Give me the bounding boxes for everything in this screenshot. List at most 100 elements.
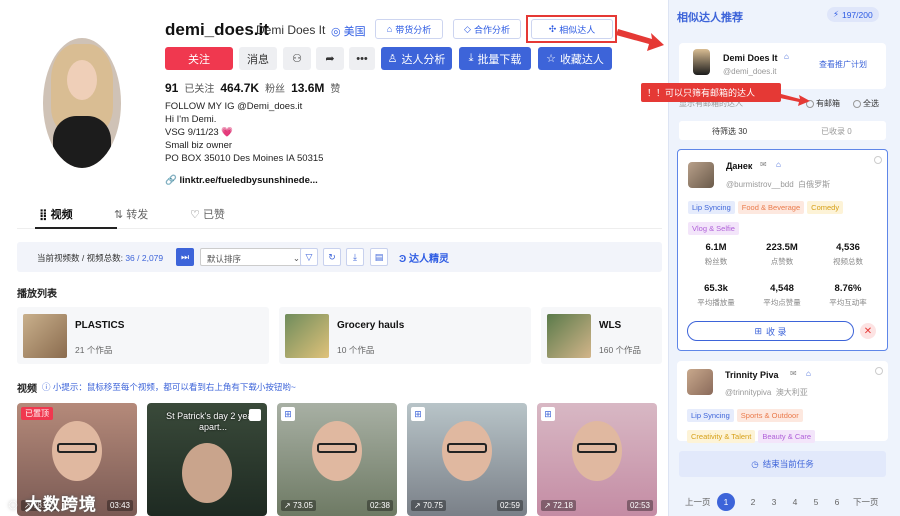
filter-icon[interactable]: ▽ bbox=[300, 248, 318, 266]
next-page-button[interactable]: 下一页 bbox=[853, 493, 879, 511]
video-overlay-text: St Patrick's day 2 years apart... bbox=[166, 411, 260, 432]
has-email-label: 有邮箱 bbox=[816, 99, 840, 108]
tab-reposts[interactable]: ⇅ 转发 bbox=[114, 206, 148, 222]
tag-chip: Vlog & Selfie bbox=[688, 222, 739, 235]
influencer-tags: Lip Syncing Food & Beverage Comedy Vlog & S… bbox=[688, 197, 878, 239]
influencer-country: 澳大利亚 bbox=[775, 388, 808, 397]
document-icon[interactable]: ▤ bbox=[370, 248, 388, 266]
video-count-value: 36 / 2,079 bbox=[125, 253, 164, 263]
select-checkbox[interactable] bbox=[874, 156, 882, 164]
page-button[interactable]: 5 bbox=[807, 493, 825, 511]
favorite-influencer-button[interactable]: ☆ 收藏达人 bbox=[538, 47, 612, 70]
tab-liked-label: 已赞 bbox=[202, 209, 225, 221]
playlist-thumbnail bbox=[23, 314, 67, 358]
stop-icon: ◷ bbox=[751, 458, 759, 469]
country-text: 美国 bbox=[343, 26, 366, 38]
video-thumbnail[interactable]: ⊞ ↗ 70.75 02:59 bbox=[407, 403, 527, 516]
cooperation-analysis-label: 合作分析 bbox=[473, 24, 510, 35]
favorite-influencer-label: 收藏达人 bbox=[559, 53, 604, 66]
content-tabs: ⣿ 视频 ⇅ 转发 ♡ 已赞 bbox=[17, 200, 662, 229]
video-duration: 02:38 bbox=[366, 500, 393, 511]
add-friend-button[interactable]: ⚇ bbox=[283, 47, 311, 70]
tag-chip: Food & Beverage bbox=[737, 201, 805, 214]
tab-liked[interactable]: ♡ 已赞 bbox=[190, 206, 225, 222]
plus-box-icon: ⊞ bbox=[754, 325, 763, 336]
video-duration: 03:43 bbox=[106, 500, 133, 511]
trend-icon: ↗ bbox=[414, 501, 421, 510]
video-thumbnail[interactable]: ⊞ ↗ 72.18 02:53 bbox=[537, 403, 657, 516]
follow-button[interactable]: 关注 bbox=[165, 47, 233, 70]
influencer-analysis-button[interactable]: ♙ 达人分析 bbox=[381, 47, 452, 70]
shop-icon: ⌂ bbox=[784, 52, 789, 61]
video-views-value: 72.18 bbox=[552, 501, 573, 510]
tab-videos-label: 视频 bbox=[50, 209, 73, 221]
email-icon: ✉ bbox=[760, 160, 767, 169]
metric-label: 视频总数 bbox=[833, 257, 863, 266]
current-influencer-name: Demi Does It bbox=[723, 53, 778, 63]
repost-icon: ⇅ bbox=[114, 209, 124, 221]
sprite-logo-text: 达人精灵 bbox=[409, 254, 450, 265]
video-thumbnail[interactable]: St Patrick's day 2 years apart... bbox=[147, 403, 267, 516]
page-button[interactable]: 6 bbox=[828, 493, 846, 511]
more-button[interactable]: ••• bbox=[349, 47, 375, 70]
followers-count: 464.7K bbox=[220, 81, 260, 95]
download-icon[interactable]: ⤓ bbox=[346, 248, 364, 266]
profile-link[interactable]: 🔗 linktr.ee/fueledbysunshinede... bbox=[165, 175, 318, 186]
bag-icon: ⊞ bbox=[411, 407, 425, 421]
video-views: ↗ 73.05 bbox=[281, 500, 316, 511]
cooperation-analysis-button[interactable]: ◇ 合作分析 bbox=[453, 19, 521, 39]
message-button[interactable]: 消息 bbox=[239, 47, 277, 70]
view-promo-plan-link[interactable]: 查看推广计划 bbox=[819, 59, 889, 73]
influencer-handle: @burmistrov__bdd bbox=[726, 180, 794, 189]
add-user-icon: ⚇ bbox=[292, 53, 302, 65]
playlist-card[interactable]: WLS 160 个作品 bbox=[541, 307, 662, 364]
chevron-down-icon: ⌄ bbox=[292, 253, 300, 263]
metric-value: 223.5M bbox=[766, 242, 798, 253]
video-thumbnail[interactable]: ⊞ ↗ 73.05 02:38 bbox=[277, 403, 397, 516]
share-button[interactable]: ➦ bbox=[316, 47, 344, 70]
sales-analysis-button[interactable]: ⌂ 带货分析 bbox=[375, 19, 443, 39]
playlist-card[interactable]: PLASTICS 21 个作品 bbox=[17, 307, 269, 364]
playlist-card[interactable]: Grocery hauls 10 个作品 bbox=[279, 307, 531, 364]
select-checkbox[interactable] bbox=[875, 367, 883, 375]
dismiss-button[interactable]: ✕ bbox=[860, 323, 876, 339]
metric-value: 8.76% bbox=[834, 283, 862, 294]
panel-count-badge: ⚡ 197/200 bbox=[827, 7, 879, 22]
page-button[interactable]: 4 bbox=[786, 493, 804, 511]
sort-select-value: 默认排序 bbox=[207, 254, 242, 264]
has-email-radio[interactable]: 有邮箱 bbox=[806, 98, 840, 109]
video-count-label: 当前视频数 / 视频总数: bbox=[37, 253, 123, 263]
sprite-logo-icon: Ͽ bbox=[399, 254, 407, 265]
annotation-callout: ！！可以只筛有邮箱的达人 bbox=[641, 83, 781, 102]
page-button[interactable]: 2 bbox=[744, 493, 762, 511]
refresh-icon[interactable]: ↻ bbox=[323, 248, 341, 266]
video-filter-bar: 当前视频数 / 视频总数: 36 / 2,079 ⏭ 默认排序 ⌄ ▽ ↻ ⤓ ▤… bbox=[17, 242, 662, 272]
panel-title: 相似达人推荐 bbox=[677, 12, 743, 24]
video-views-value: 73.05 bbox=[292, 501, 313, 510]
user-icon: ♙ bbox=[387, 53, 398, 65]
playlist-name: PLASTICS bbox=[75, 320, 125, 331]
profile-stats: 91 已关注 464.7K 粉丝 13.6M 赞 bbox=[165, 80, 340, 95]
influencer-tags: Lip Syncing Sports & Outdoor Creativity & … bbox=[687, 405, 877, 447]
page-button[interactable]: 3 bbox=[765, 493, 783, 511]
select-all-radio[interactable]: 全选 bbox=[853, 98, 879, 109]
tag-chip: Creativity & Talent bbox=[687, 430, 756, 443]
collect-button[interactable]: ⊞ 收 录 bbox=[687, 321, 854, 341]
tab-collected[interactable]: 已收录 0 bbox=[821, 126, 852, 137]
radio-icon bbox=[853, 99, 861, 108]
username: demi_does.it bbox=[165, 20, 269, 39]
download-icon: ⤓ bbox=[468, 52, 474, 64]
sort-select[interactable]: 默认排序 ⌄ bbox=[200, 248, 307, 266]
location-icon: ◎ bbox=[331, 26, 341, 38]
tab-pending[interactable]: 待筛选 30 bbox=[712, 126, 747, 137]
page-button[interactable]: 1 bbox=[717, 493, 735, 511]
tab-videos[interactable]: ⣿ 视频 bbox=[39, 206, 73, 222]
next-icon[interactable]: ⏭ bbox=[176, 248, 194, 266]
diamond-icon: ◇ bbox=[464, 23, 471, 34]
batch-download-button[interactable]: ⤓ 批量下载 bbox=[459, 47, 531, 70]
prev-page-button[interactable]: 上一页 bbox=[685, 493, 711, 511]
display-name: Demi Does It bbox=[256, 23, 326, 37]
panel-count-value: 197/200 bbox=[841, 9, 873, 20]
end-task-button[interactable]: ◷ 结束当前任务 bbox=[679, 451, 886, 477]
tag-chip: Lip Syncing bbox=[687, 409, 734, 422]
